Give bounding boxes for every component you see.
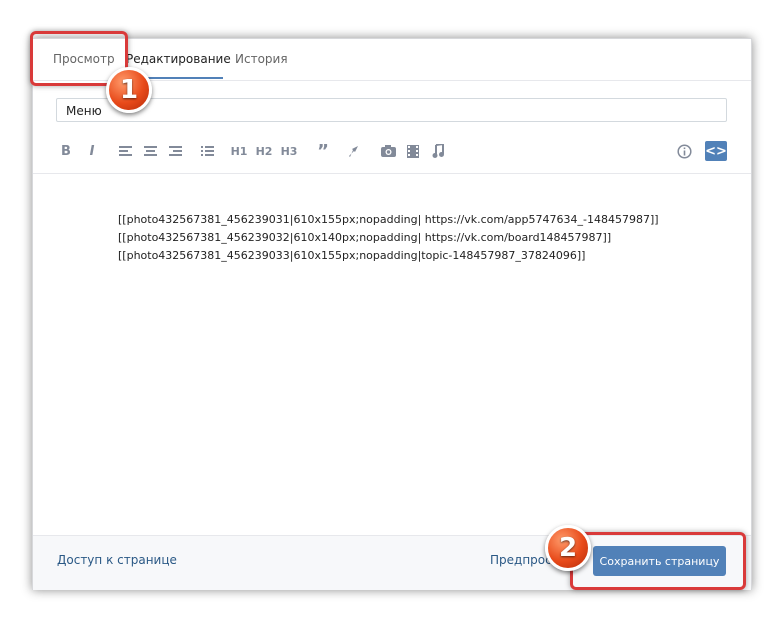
quote-icon[interactable]: ” (314, 141, 332, 162)
italic-icon[interactable]: I (83, 142, 101, 160)
align-right-icon[interactable] (166, 142, 184, 160)
markup-line: [[photo432567381_456239033|610x155px;nop… (118, 249, 586, 262)
info-icon[interactable] (675, 142, 693, 160)
tab-history[interactable]: История (235, 52, 288, 66)
align-left-icon[interactable] (116, 142, 134, 160)
step-badge-1: 1 (106, 67, 152, 113)
page-title-input[interactable]: Меню (56, 98, 727, 122)
preview-link[interactable]: Предпросмотр (490, 553, 550, 567)
align-center-icon[interactable] (141, 142, 159, 160)
step-badge-2: 2 (545, 525, 591, 571)
page-access-link[interactable]: Доступ к странице (57, 553, 177, 567)
tab-editing[interactable]: Редактирование (126, 52, 231, 66)
bold-icon[interactable]: B (57, 142, 75, 160)
heading3-icon[interactable]: H3 (280, 142, 298, 160)
music-icon[interactable] (429, 142, 447, 160)
heading2-icon[interactable]: H2 (255, 142, 273, 160)
list-icon[interactable] (198, 142, 216, 160)
wiki-markup-editor[interactable]: [[photo432567381_456239031|610x155px;nop… (118, 211, 659, 265)
heading1-icon[interactable]: H1 (230, 142, 248, 160)
camera-icon[interactable] (379, 142, 397, 160)
markup-line: [[photo432567381_456239031|610x155px;nop… (118, 213, 659, 226)
toolbar-divider (33, 173, 751, 174)
formatting-toolbar: B I H1 H2 H3 ” <> (33, 139, 751, 163)
code-mode-icon[interactable]: <> (705, 141, 727, 161)
markup-line: [[photo432567381_456239032|610x140px;nop… (118, 231, 612, 244)
highlight-save-button (570, 532, 746, 590)
link-arrow-icon[interactable] (344, 142, 362, 160)
wiki-editor-panel: Просмотр Редактирование История Меню B I… (32, 38, 752, 590)
video-icon[interactable] (404, 142, 422, 160)
